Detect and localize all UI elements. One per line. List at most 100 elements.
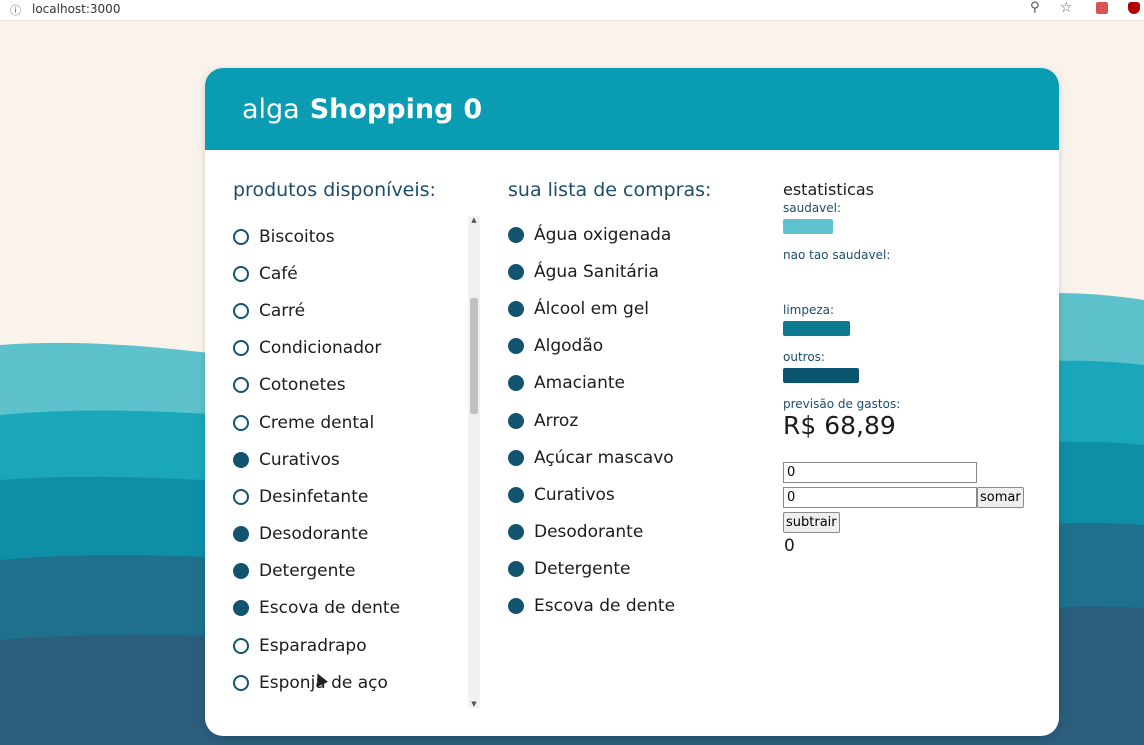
available-product-label: Desinfetante: [259, 486, 369, 507]
available-product-item[interactable]: Desinfetante: [233, 478, 453, 515]
empty-circle-icon[interactable]: [233, 674, 249, 691]
somar-button[interactable]: somar: [977, 487, 1024, 508]
brand-name: alga: [242, 93, 300, 125]
filled-circle-icon[interactable]: [508, 375, 524, 392]
outros-bar: [783, 368, 859, 383]
empty-circle-icon[interactable]: [233, 340, 249, 357]
empty-circle-icon[interactable]: [233, 302, 249, 319]
app-title: Shopping: [309, 93, 454, 125]
empty-circle-icon[interactable]: [233, 377, 249, 394]
empty-circle-icon[interactable]: [233, 488, 249, 505]
value-input-2[interactable]: [783, 487, 977, 508]
scroll-up-arrow-icon[interactable]: ▲: [468, 216, 480, 224]
empty-circle-icon[interactable]: [233, 265, 249, 282]
filled-circle-icon[interactable]: [508, 412, 524, 429]
limpeza-label: limpeza:: [783, 303, 835, 317]
scroll-down-arrow-icon[interactable]: ▼: [468, 700, 480, 708]
shopping-item-label: Água Sanitária: [534, 261, 659, 282]
shopping-item-label: Detergente: [534, 559, 631, 580]
filled-circle-icon[interactable]: [508, 263, 524, 280]
shopping-list: Água oxigenada Água Sanitária Álcool em ge…: [508, 216, 748, 625]
available-product-item[interactable]: Desodorante: [233, 516, 453, 553]
shopping-list-item[interactable]: Curativos: [508, 476, 748, 513]
shopping-item-label: Açúcar mascavo: [534, 447, 674, 468]
calc-result: 0: [784, 536, 795, 556]
available-product-item[interactable]: Café: [233, 255, 453, 292]
available-product-item[interactable]: Curativos: [233, 441, 453, 478]
available-product-item[interactable]: Cotonetes: [233, 367, 453, 404]
outros-label: outros:: [783, 350, 825, 364]
shopping-item-label: Escova de dente: [534, 596, 676, 617]
statistics-panel: estatisticas saudavel: nao tao saudavel:…: [783, 180, 1043, 440]
available-product-label: Detergente: [259, 561, 356, 582]
available-product-label: Curativos: [259, 449, 340, 470]
checked-circle-icon[interactable]: [233, 600, 249, 617]
available-product-label: Escova de dente: [259, 598, 401, 619]
shopping-list-item[interactable]: Desodorante: [508, 514, 748, 551]
empty-circle-icon[interactable]: [233, 414, 249, 431]
empty-circle-icon[interactable]: [233, 228, 249, 245]
value-input-1[interactable]: [783, 462, 977, 483]
shopping-list-item[interactable]: Arroz: [508, 402, 748, 439]
available-product-item[interactable]: Esparadrapo: [233, 627, 453, 664]
cart-count: 0: [463, 93, 483, 125]
filled-circle-icon[interactable]: [508, 486, 524, 503]
nao-saudavel-label: nao tao saudavel:: [783, 248, 891, 262]
available-product-item[interactable]: Esponja de aço: [233, 664, 453, 701]
subtrair-button[interactable]: subtrair: [783, 512, 840, 533]
saudavel-label: saudavel:: [783, 201, 842, 215]
checked-circle-icon[interactable]: [233, 451, 249, 468]
available-product-item[interactable]: Carré: [233, 292, 453, 329]
previsao-label: previsão de gastos:: [783, 397, 901, 411]
available-product-item[interactable]: Condicionador: [233, 330, 453, 367]
shopping-list-item[interactable]: Amaciante: [508, 365, 748, 402]
filled-circle-icon[interactable]: [508, 449, 524, 466]
filled-circle-icon[interactable]: [508, 598, 524, 615]
filled-circle-icon[interactable]: [508, 226, 524, 243]
shopping-list-item[interactable]: Detergente: [508, 551, 748, 588]
available-product-item[interactable]: Detergente: [233, 553, 453, 590]
shopping-item-label: Álcool em gel: [534, 298, 650, 319]
available-product-item[interactable]: Biscoitos: [233, 218, 453, 255]
available-product-label: Carré: [259, 300, 306, 321]
shopping-list-item[interactable]: Açúcar mascavo: [508, 439, 748, 476]
checked-circle-icon[interactable]: [233, 526, 249, 543]
shopping-list-item[interactable]: Água oxigenada: [508, 216, 748, 253]
shopping-list-item[interactable]: Algodão: [508, 328, 748, 365]
shopping-item-label: Desodorante: [534, 522, 644, 543]
shopping-list-item[interactable]: Água Sanitária: [508, 253, 748, 290]
available-product-label: Biscoitos: [259, 226, 335, 247]
shopping-item-label: Amaciante: [534, 373, 625, 394]
filled-circle-icon[interactable]: [508, 524, 524, 541]
available-product-label: Esparadrapo: [259, 635, 367, 656]
statistics-title: estatisticas: [783, 180, 874, 199]
limpeza-bar: [783, 321, 850, 336]
available-product-item[interactable]: Creme dental: [233, 404, 453, 441]
shopping-list-item[interactable]: Álcool em gel: [508, 290, 748, 327]
saudavel-bar: [783, 219, 833, 234]
shopping-item-label: Algodão: [534, 336, 604, 357]
shopping-list-item[interactable]: Escova de dente: [508, 588, 748, 625]
shopping-item-label: Água oxigenada: [534, 224, 672, 245]
shopping-item-label: Arroz: [534, 410, 579, 431]
scrollbar-thumb[interactable]: [470, 298, 478, 414]
available-product-label: Café: [259, 263, 298, 284]
app-header: alga Shopping 0: [205, 68, 1059, 150]
available-product-label: Condicionador: [259, 338, 382, 359]
empty-circle-icon[interactable]: [233, 637, 249, 654]
checked-circle-icon[interactable]: [233, 563, 249, 580]
shopping-card: alga Shopping 0 produtos disponíveis: Bi…: [205, 68, 1059, 736]
available-product-label: Cotonetes: [259, 375, 346, 396]
shopping-item-label: Curativos: [534, 484, 615, 505]
filled-circle-icon[interactable]: [508, 300, 524, 317]
shopping-list-title: sua lista de compras:: [508, 179, 712, 201]
available-products-title: produtos disponíveis:: [233, 179, 436, 201]
available-products-list: Biscoitos Café Carré Condicionador Cotonetes…: [233, 218, 453, 710]
available-product-label: Desodorante: [259, 524, 369, 545]
filled-circle-icon[interactable]: [508, 561, 524, 578]
available-product-label: Creme dental: [259, 412, 375, 433]
available-list-scrollbar[interactable]: ▲ ▼: [468, 216, 480, 708]
available-product-item[interactable]: Escova de dente: [233, 590, 453, 627]
previsao-value: R$ 68,89: [783, 411, 896, 440]
filled-circle-icon[interactable]: [508, 338, 524, 355]
